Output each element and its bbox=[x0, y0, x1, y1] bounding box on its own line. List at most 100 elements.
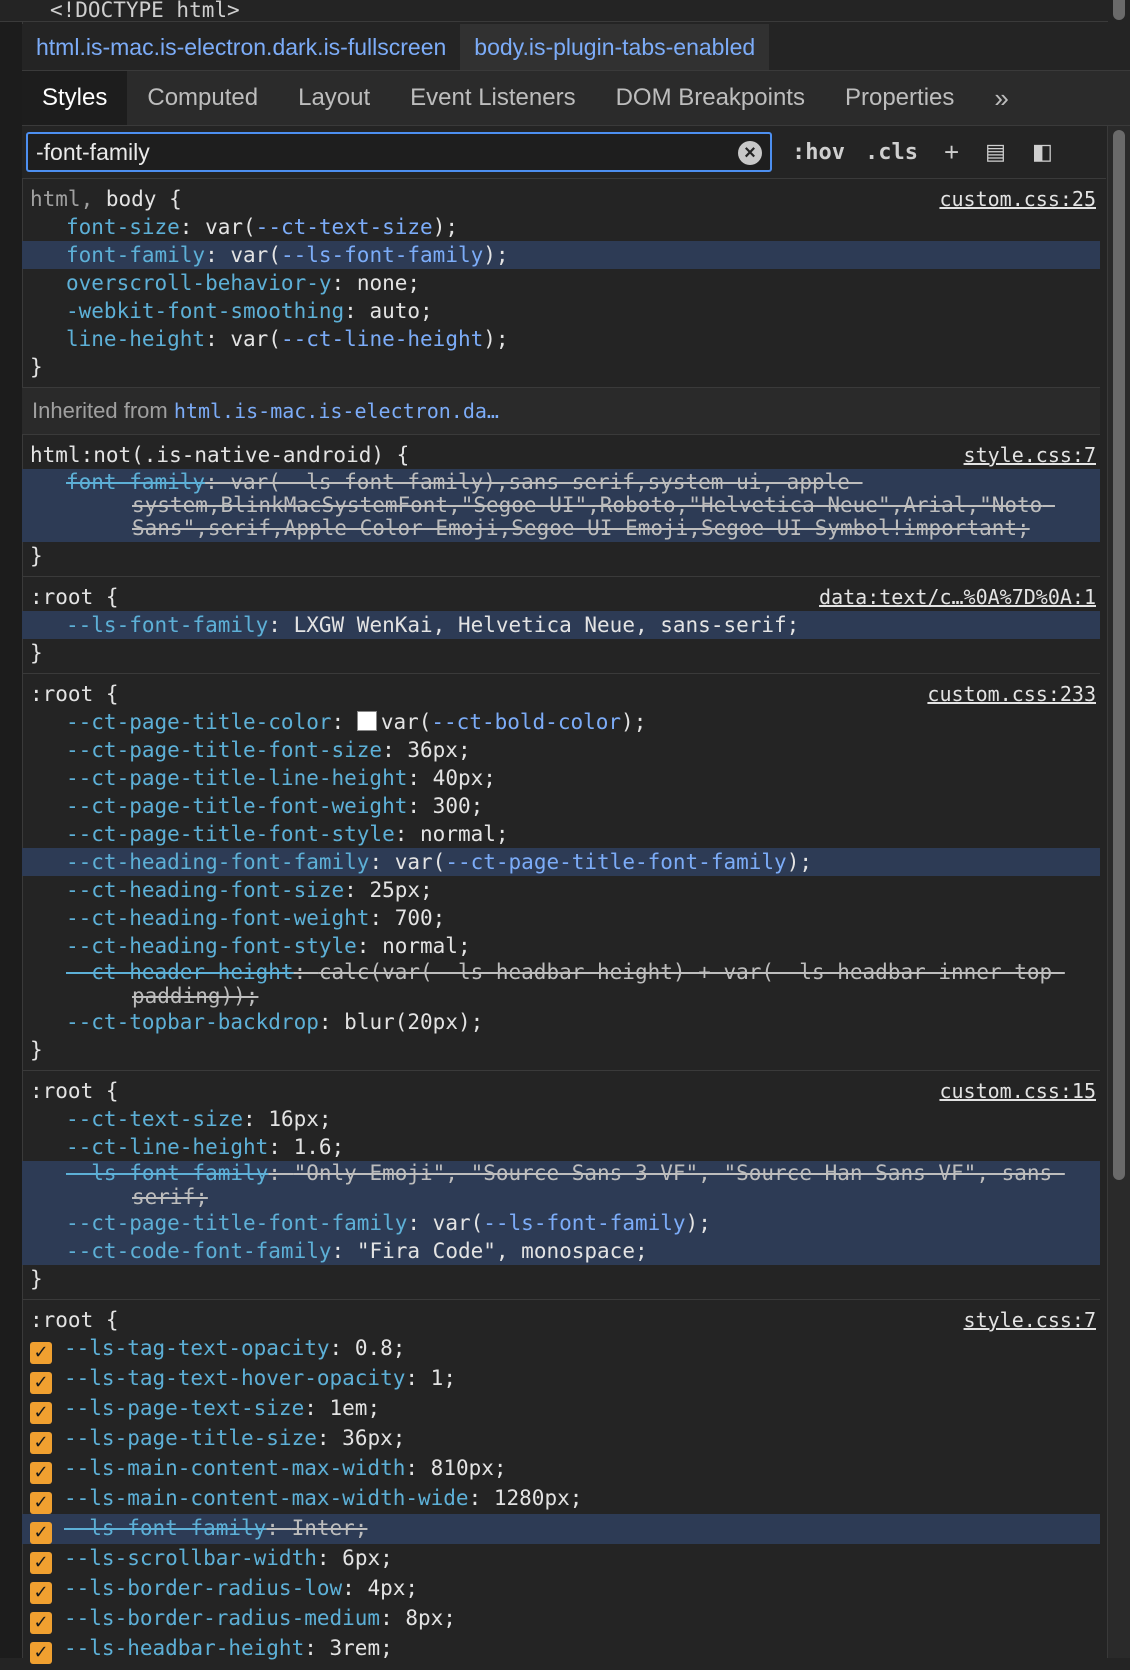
tab-computed[interactable]: Computed bbox=[127, 71, 278, 125]
declaration-highlighted[interactable]: font-family: var(--ls-font-family); bbox=[22, 241, 1100, 269]
var-reference[interactable]: --ct-bold-color bbox=[431, 710, 621, 734]
hov-toggle[interactable]: :hov bbox=[792, 140, 845, 165]
declaration[interactable]: --ct-topbar-backdrop: blur(20px); bbox=[22, 1008, 1100, 1036]
declaration[interactable]: ✓ --ls-tag-text-opacity: 0.8; bbox=[22, 1334, 1100, 1364]
clear-icon[interactable]: × bbox=[738, 141, 762, 165]
declaration[interactable]: line-height: var(--ct-line-height); bbox=[22, 325, 1100, 353]
declaration-highlighted[interactable]: --ct-heading-font-family: var(--ct-page-… bbox=[22, 848, 1100, 876]
source-link[interactable]: style.css:7 bbox=[964, 441, 1096, 469]
declaration[interactable]: --ct-page-title-font-size: 36px; bbox=[22, 736, 1100, 764]
property-name: -webkit-font-smoothing bbox=[66, 299, 345, 323]
colon: : bbox=[407, 794, 433, 818]
declaration[interactable]: ✓ --ls-tag-text-hover-opacity: 1; bbox=[22, 1364, 1100, 1394]
declaration[interactable]: --ct-heading-font-size: 25px; bbox=[22, 876, 1100, 904]
checkbox-checked-icon[interactable]: ✓ bbox=[30, 1612, 52, 1634]
declaration[interactable]: ✓ --ls-page-title-size: 36px; bbox=[22, 1424, 1100, 1454]
declaration[interactable]: overscroll-behavior-y: none; bbox=[22, 269, 1100, 297]
var-reference[interactable]: --ct-line-height bbox=[281, 327, 483, 351]
declaration[interactable]: --ct-line-height: 1.6; bbox=[22, 1133, 1100, 1161]
rule-selector[interactable]: :root { bbox=[22, 1077, 1100, 1105]
rule-selector[interactable]: html:not(.is-native-android) { bbox=[22, 441, 1100, 469]
tab-properties[interactable]: Properties bbox=[825, 71, 974, 125]
property-value: var( bbox=[394, 850, 446, 874]
rule-selector[interactable]: :root { bbox=[22, 1306, 1100, 1334]
styles-tabbar: Styles Computed Layout Event Listeners D… bbox=[22, 71, 1130, 126]
declaration[interactable]: ✓ --ls-main-content-max-width: 810px; bbox=[22, 1454, 1100, 1484]
checkbox-checked-icon[interactable]: ✓ bbox=[30, 1372, 52, 1394]
tab-event-listeners[interactable]: Event Listeners bbox=[390, 71, 595, 125]
top-scroll-thumb[interactable] bbox=[1113, 0, 1125, 20]
source-link[interactable]: custom.css:15 bbox=[939, 1077, 1096, 1105]
property-name: --ct-page-title-color bbox=[66, 710, 332, 734]
source-link[interactable]: custom.css:233 bbox=[927, 680, 1096, 708]
checkbox-checked-icon[interactable]: ✓ bbox=[30, 1582, 52, 1604]
declaration[interactable]: --ct-heading-font-style: normal; bbox=[22, 932, 1100, 960]
cls-toggle[interactable]: .cls bbox=[865, 140, 918, 165]
var-reference[interactable]: --ls-font-family bbox=[281, 243, 483, 267]
style-rule: :root { data:text/c…%0A%7D%0A:1 --ls-fon… bbox=[22, 577, 1100, 674]
declaration[interactable]: ✓ --ls-headbar-height: 3rem; bbox=[22, 1634, 1100, 1664]
declaration[interactable]: ✓ --ls-main-content-max-width-wide: 1280p… bbox=[22, 1484, 1100, 1514]
declaration[interactable]: ✓ --ls-scrollbar-width: 6px; bbox=[22, 1544, 1100, 1574]
source-link[interactable]: custom.css:25 bbox=[939, 185, 1096, 213]
checkbox-checked-icon[interactable]: ✓ bbox=[30, 1462, 52, 1484]
declaration[interactable]: -webkit-font-smoothing: auto; bbox=[22, 297, 1100, 325]
property-name: overscroll-behavior-y bbox=[66, 271, 332, 295]
colon: : bbox=[356, 934, 383, 958]
declaration-overridden[interactable]: --ls-font-family: "Only Emoji", "Source … bbox=[22, 1161, 1100, 1209]
color-swatch[interactable] bbox=[356, 711, 377, 731]
var-reference[interactable]: --ls-font-family bbox=[483, 1211, 685, 1235]
source-link[interactable]: style.css:7 bbox=[964, 1306, 1096, 1334]
scroll-thumb[interactable] bbox=[1113, 130, 1125, 1180]
declaration-overridden[interactable]: ✓ --ls-font-family: Inter; bbox=[22, 1514, 1100, 1544]
declaration-highlighted[interactable]: --ct-code-font-family: "Fira Code", mono… bbox=[22, 1237, 1100, 1265]
checkbox-checked-icon[interactable]: ✓ bbox=[30, 1402, 52, 1424]
breadcrumb-body[interactable]: body.is-plugin-tabs-enabled bbox=[460, 24, 770, 70]
rule-selector[interactable]: html, body { bbox=[22, 185, 1100, 213]
checkbox-checked-icon[interactable]: ✓ bbox=[30, 1522, 52, 1544]
tab-styles[interactable]: Styles bbox=[22, 71, 128, 125]
declaration[interactable]: --ct-page-title-line-height: 40px; bbox=[22, 764, 1100, 792]
doctype-line[interactable]: <!DOCTYPE html> bbox=[0, 0, 1108, 22]
inherited-target-link[interactable]: html.is-mac.is-electron.da… bbox=[174, 399, 499, 423]
var-reference[interactable]: --ct-page-title-font-family bbox=[445, 850, 786, 874]
property-value: ); bbox=[786, 850, 812, 874]
declaration-overridden[interactable]: font-family: var(--ls-font-family),sans-… bbox=[22, 469, 1100, 542]
checkbox-checked-icon[interactable]: ✓ bbox=[30, 1552, 52, 1574]
declaration-highlighted[interactable]: --ls-font-family: LXGW WenKai, Helvetica… bbox=[22, 611, 1100, 639]
tab-dom-breakpoints[interactable]: DOM Breakpoints bbox=[596, 71, 825, 125]
style-rule: html:not(.is-native-android) { style.css… bbox=[22, 435, 1100, 577]
declaration[interactable]: ✓ --ls-border-radius-low: 4px; bbox=[22, 1574, 1100, 1604]
declaration-highlighted[interactable]: --ct-page-title-font-family: var(--ls-fo… bbox=[22, 1209, 1100, 1237]
checkbox-checked-icon[interactable]: ✓ bbox=[30, 1642, 52, 1664]
toggle-sidebar-icon[interactable]: ◧ bbox=[1032, 139, 1053, 165]
property-value: 1; bbox=[430, 1366, 456, 1390]
checkbox-checked-icon[interactable]: ✓ bbox=[30, 1342, 52, 1364]
property-value: 700; bbox=[394, 906, 446, 930]
paint-brush-icon[interactable]: ▤ bbox=[985, 139, 1006, 165]
tab-layout[interactable]: Layout bbox=[278, 71, 390, 125]
add-rule-icon[interactable]: + bbox=[944, 137, 959, 168]
more-tabs-icon[interactable]: » bbox=[974, 71, 1028, 125]
checkbox-checked-icon[interactable]: ✓ bbox=[30, 1492, 52, 1514]
declaration[interactable]: --ct-page-title-font-style: normal; bbox=[22, 820, 1100, 848]
property-name: --ls-border-radius-medium bbox=[64, 1606, 381, 1630]
declaration[interactable]: --ct-heading-font-weight: 700; bbox=[22, 904, 1100, 932]
source-link[interactable]: data:text/c…%0A%7D%0A:1 bbox=[819, 583, 1096, 611]
declaration[interactable]: --ct-text-size: 16px; bbox=[22, 1105, 1100, 1133]
declaration[interactable]: --ct-page-title-font-weight: 300; bbox=[22, 792, 1100, 820]
declaration[interactable]: ✓ --ls-border-radius-medium: 8px; bbox=[22, 1604, 1100, 1634]
declaration-overridden[interactable]: --ct-header-height: calc(var(--ls-headba… bbox=[22, 960, 1100, 1008]
property-name: --ct-page-title-font-family bbox=[66, 1211, 408, 1235]
styles-scrollbar[interactable] bbox=[1107, 126, 1130, 1658]
breadcrumb-html[interactable]: html.is-mac.is-electron.dark.is-fullscre… bbox=[22, 24, 460, 70]
checkbox-checked-icon[interactable]: ✓ bbox=[30, 1432, 52, 1454]
property-name: --ls-headbar-height bbox=[64, 1636, 305, 1660]
property-value: 8px; bbox=[405, 1606, 456, 1630]
declaration[interactable]: ✓ --ls-page-text-size: 1em; bbox=[22, 1394, 1100, 1424]
declaration[interactable]: --ct-page-title-color: var(--ct-bold-col… bbox=[22, 708, 1100, 736]
var-reference[interactable]: --ct-text-size bbox=[256, 215, 433, 239]
colon: : bbox=[382, 738, 408, 762]
filter-input[interactable] bbox=[28, 137, 698, 167]
declaration[interactable]: font-size: var(--ct-text-size); bbox=[22, 213, 1100, 241]
